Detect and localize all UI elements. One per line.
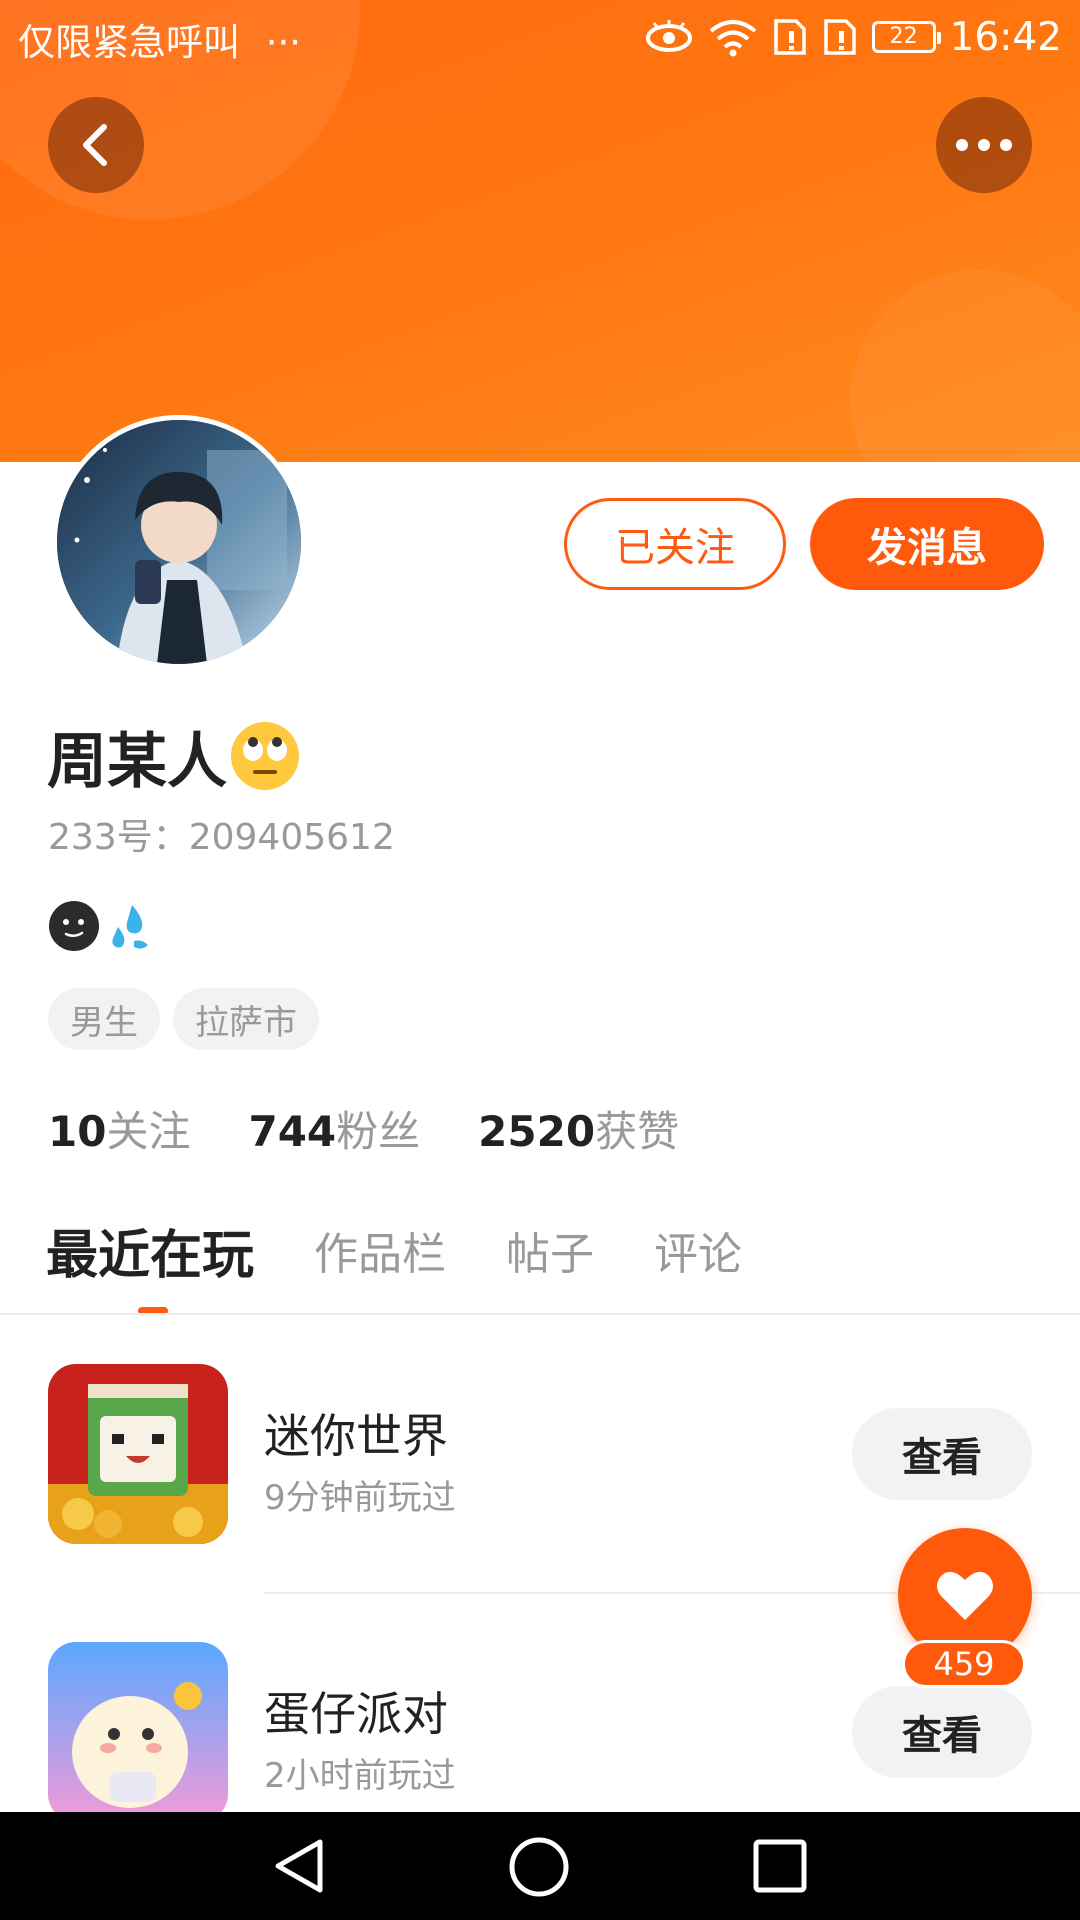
eye-comfort-icon	[645, 20, 692, 52]
profile-tags: 男生 拉萨市	[48, 988, 319, 1050]
profile-tabs: 最近在玩 作品栏 帖子 评论	[46, 1210, 742, 1315]
sim-card-1-icon	[773, 19, 806, 55]
followed-button[interactable]: 已关注	[564, 498, 786, 590]
nav-back-button[interactable]	[270, 1836, 326, 1900]
stat-following-count: 10	[48, 1106, 107, 1156]
wifi-icon	[709, 20, 756, 57]
game-last-played: 2小时前玩过	[264, 1756, 456, 1796]
tag-gender: 男生	[48, 988, 160, 1050]
battery-level: 22	[889, 24, 918, 49]
avatar[interactable]	[52, 415, 306, 669]
followed-button-label: 已关注	[615, 525, 735, 571]
dark-face-emoji-icon	[49, 901, 99, 951]
profile-name-row: 周某人	[47, 716, 301, 797]
banner-decoration	[850, 270, 1080, 462]
eggy-party-game-icon	[48, 1642, 228, 1822]
stat-fans[interactable]: 744 粉丝	[248, 1098, 420, 1159]
status-icons: 22 16:42	[644, 12, 1062, 62]
more-options-button[interactable]	[936, 97, 1032, 193]
tab-works[interactable]: 作品栏	[314, 1218, 446, 1282]
heart-icon	[937, 1571, 993, 1620]
mini-world-game-icon	[48, 1364, 228, 1544]
user-id: 233号：209405612	[48, 817, 395, 858]
system-navigation-bar	[0, 1812, 1080, 1920]
tab-comments[interactable]: 评论	[654, 1218, 742, 1282]
send-message-button[interactable]: 发消息	[810, 498, 1044, 590]
carrier-text: 仅限紧急呼叫 ···	[18, 12, 301, 66]
clock-time: 16:42	[949, 14, 1062, 60]
view-game-button[interactable]: 查看	[852, 1408, 1032, 1500]
game-name: 迷你世界	[264, 1409, 448, 1463]
profile-name: 周某人	[47, 726, 227, 797]
chevron-left-icon	[83, 124, 107, 166]
profile-bio	[48, 900, 154, 952]
game-name: 蛋仔派对	[264, 1687, 448, 1741]
like-count: 459	[933, 1645, 995, 1683]
triangle-back-icon	[275, 1839, 323, 1893]
game-list-item[interactable]: 迷你世界 9分钟前玩过 查看	[0, 1340, 1080, 1560]
eye-roll-emoji-icon	[231, 722, 299, 790]
stat-fans-label: 粉丝	[336, 1106, 421, 1156]
view-game-button[interactable]: 查看	[852, 1686, 1032, 1778]
send-message-button-label: 发消息	[867, 525, 987, 571]
carrier-label: 仅限紧急呼叫	[18, 21, 240, 64]
stat-likes-count: 2520	[478, 1106, 596, 1156]
nav-home-button[interactable]	[508, 1836, 570, 1902]
stat-likes: 2520 获赞	[478, 1098, 679, 1159]
sim-card-2-icon	[823, 19, 856, 55]
view-game-button-label: 查看	[902, 1713, 982, 1759]
avatar-image	[57, 420, 301, 664]
stat-following[interactable]: 10 关注	[48, 1098, 190, 1159]
tab-recently-played-label: 最近在玩	[46, 1225, 255, 1286]
status-more-dots: ···	[265, 21, 302, 64]
profile-stats: 10 关注 744 粉丝 2520 获赞	[48, 1098, 737, 1158]
profile-header-banner: 仅限紧急呼叫 ··· 22 16:42	[0, 0, 1080, 462]
back-button[interactable]	[48, 97, 144, 193]
stat-fans-count: 744	[248, 1106, 337, 1156]
tab-recently-played[interactable]: 最近在玩	[46, 1213, 255, 1315]
tabs-divider	[0, 1313, 1080, 1315]
stat-likes-label: 获赞	[595, 1106, 680, 1156]
game-last-played: 9分钟前玩过	[264, 1478, 456, 1518]
square-recents-icon	[753, 1839, 807, 1893]
tag-location: 拉萨市	[173, 988, 319, 1050]
sweat-drops-emoji-icon	[112, 905, 148, 949]
nav-recents-button[interactable]	[752, 1838, 808, 1898]
tab-posts[interactable]: 帖子	[506, 1218, 594, 1282]
battery-icon: 22	[871, 21, 941, 53]
view-game-button-label: 查看	[902, 1435, 982, 1481]
more-horizontal-icon	[956, 139, 1012, 151]
circle-home-icon	[509, 1837, 569, 1897]
like-count-badge: 459	[902, 1640, 1026, 1688]
stat-following-label: 关注	[106, 1106, 191, 1156]
status-bar: 仅限紧急呼叫 ··· 22 16:42	[0, 0, 1080, 72]
